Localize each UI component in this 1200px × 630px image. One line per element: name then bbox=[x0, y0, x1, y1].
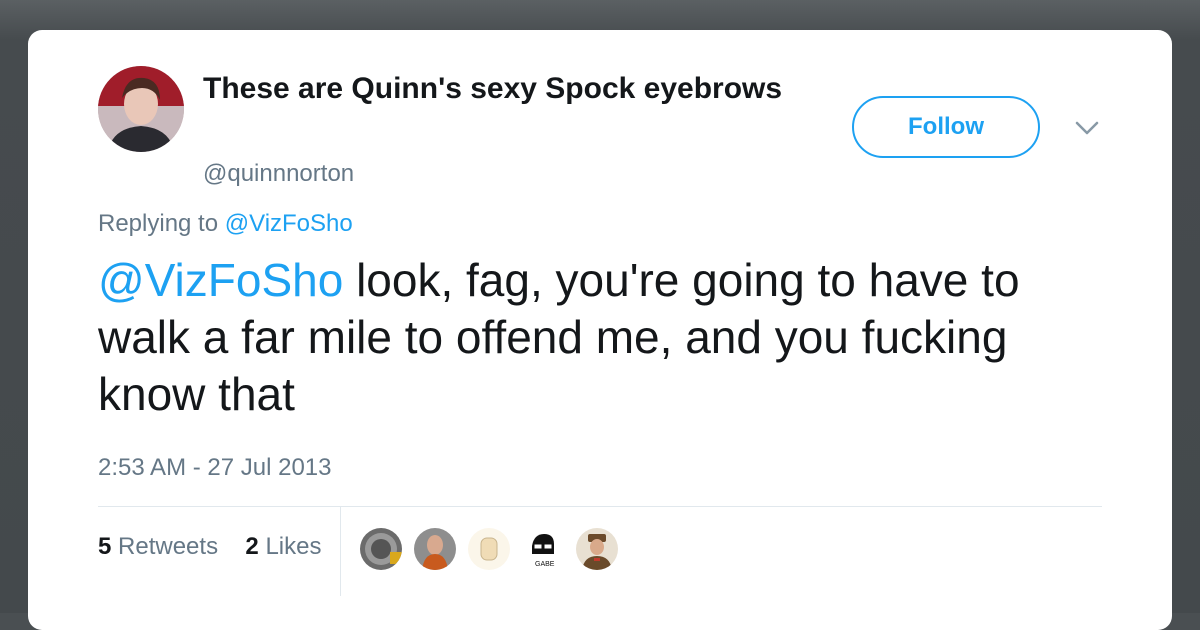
liker-avatar-4[interactable]: GABE bbox=[520, 526, 566, 572]
replying-to-link[interactable]: @VizFoSho bbox=[225, 210, 353, 237]
svg-text:GABE: GABE bbox=[535, 561, 555, 568]
likes-stat[interactable]: 2 Likes bbox=[245, 533, 321, 560]
liker-avatar-2[interactable] bbox=[412, 526, 458, 572]
replying-prefix: Replying to bbox=[98, 210, 219, 237]
mention-link[interactable]: @VizFoSho bbox=[98, 254, 343, 306]
retweets-label: Retweets bbox=[118, 533, 219, 560]
chevron-down-icon[interactable] bbox=[1074, 118, 1100, 138]
divider-top bbox=[98, 506, 1102, 507]
follow-button[interactable]: Follow bbox=[852, 96, 1040, 158]
replying-to-line: Replying to @VizFoSho bbox=[98, 210, 353, 238]
display-name[interactable]: These are Quinn's sexy Spock eyebrows bbox=[203, 72, 782, 106]
retweets-count: 5 bbox=[98, 533, 112, 560]
retweets-stat[interactable]: 5 Retweets bbox=[98, 533, 218, 560]
likes-count: 2 bbox=[245, 533, 259, 560]
likes-label: Likes bbox=[265, 533, 322, 560]
liker-avatar-5[interactable] bbox=[574, 526, 620, 572]
tweet-stats: 5 Retweets 2 Likes bbox=[98, 533, 321, 561]
user-handle[interactable]: @quinnnorton bbox=[203, 160, 354, 188]
stats-separator bbox=[340, 506, 341, 596]
profile-avatar[interactable] bbox=[98, 66, 184, 152]
liker-avatar-1[interactable] bbox=[358, 526, 404, 572]
tweet-timestamp[interactable]: 2:53 AM - 27 Jul 2013 bbox=[98, 454, 331, 482]
tweet-card: These are Quinn's sexy Spock eyebrows @q… bbox=[28, 30, 1172, 630]
liker-avatar-3[interactable] bbox=[466, 526, 512, 572]
tweet-text: @VizFoSho look, fag, you're going to hav… bbox=[98, 252, 1108, 423]
